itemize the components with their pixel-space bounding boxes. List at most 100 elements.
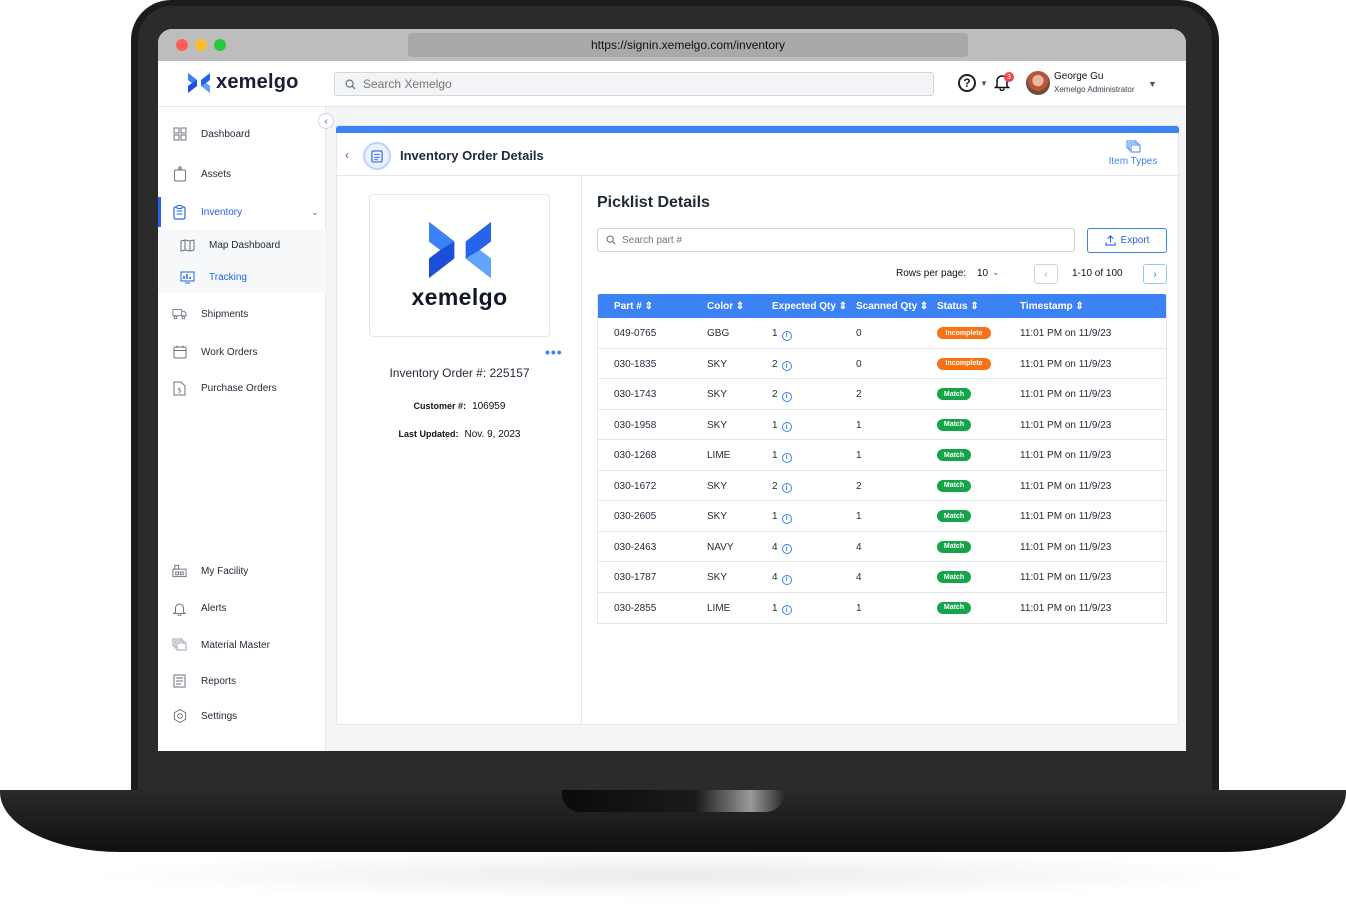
- table-row[interactable]: 030-1743 SKY 2 i 2 Match 11:01 PM on 11/9/23: [598, 379, 1166, 410]
- item-types-button[interactable]: Item Types: [1093, 140, 1173, 167]
- table-row[interactable]: 049-0765 GBG 1 i 0 Incomplete 11:01 PM on 11/9…: [598, 318, 1166, 349]
- sidebar-item-alerts[interactable]: Alerts: [158, 593, 326, 623]
- cell-expected-qty: 1i: [772, 603, 792, 615]
- column-header-part[interactable]: Part # ⇕: [614, 301, 653, 312]
- sidebar-item-inventory[interactable]: Inventory ⌄: [158, 197, 326, 227]
- avatar[interactable]: [1026, 71, 1050, 95]
- table-row[interactable]: 030-2605 SKY 1 i 1 Match 11:01 PM on 11/9/23: [598, 501, 1166, 532]
- info-icon[interactable]: i: [781, 422, 792, 432]
- facility-icon: [172, 564, 187, 579]
- sidebar-item-material-master[interactable]: Material Master: [158, 630, 326, 660]
- info-icon[interactable]: i: [781, 605, 792, 615]
- cell-part: 030-2605: [614, 511, 657, 522]
- cell-scanned-qty: 1: [856, 602, 862, 614]
- gear-icon: [172, 709, 187, 724]
- sidebar-item-shipments[interactable]: Shipments: [158, 299, 326, 329]
- status-badge: Incomplete: [937, 357, 991, 370]
- last-updated-row: Last Updated: Nov. 9, 2023: [337, 429, 582, 440]
- rows-per-page-select[interactable]: 10: [977, 268, 988, 279]
- cell-scanned-qty: 2: [856, 480, 862, 492]
- part-search[interactable]: [597, 228, 1075, 252]
- upload-icon: [1104, 235, 1116, 246]
- column-header-timestamp[interactable]: Timestamp ⇕: [1020, 301, 1084, 312]
- export-label: Export: [1120, 235, 1150, 246]
- sidebar-item-map-dashboard[interactable]: Map Dashboard: [158, 229, 326, 261]
- cell-part: 030-1787: [614, 572, 657, 583]
- cell-timestamp: 11:01 PM on 11/9/23: [1020, 511, 1112, 522]
- info-icon[interactable]: i: [781, 391, 792, 402]
- sidebar-item-assets[interactable]: Assets: [158, 159, 326, 189]
- cell-scanned-qty: 2: [856, 389, 862, 400]
- last-updated-label: Last Updated:: [398, 429, 459, 439]
- info-icon[interactable]: i: [781, 452, 792, 463]
- column-header-status[interactable]: Status ⇕: [937, 301, 979, 312]
- cell-color: SKY: [707, 511, 728, 522]
- sidebar: Dashboard Assets Inventory ⌄ Map Dashboa…: [158, 107, 326, 751]
- sidebar-item-work-orders[interactable]: Work Orders: [158, 337, 326, 367]
- cell-timestamp: 11:01 PM on 11/9/23: [1020, 541, 1112, 553]
- sidebar-item-my-facility[interactable]: My Facility: [158, 556, 326, 586]
- search-icon: [606, 235, 616, 245]
- info-icon[interactable]: i: [781, 330, 792, 341]
- cell-expected-qty: 2i: [772, 481, 792, 493]
- info-icon[interactable]: i: [781, 544, 792, 554]
- info-icon[interactable]: i: [781, 361, 792, 371]
- global-search-input[interactable]: [363, 77, 923, 91]
- xemelgo-logo-icon: [188, 72, 210, 93]
- customer-row: Customer #: 106959: [337, 401, 582, 412]
- part-search-input[interactable]: [622, 234, 1062, 246]
- collapse-sidebar-button[interactable]: ‹: [318, 113, 334, 129]
- close-window-button[interactable]: [176, 39, 188, 51]
- cell-scanned-qty: 1: [856, 450, 862, 461]
- cell-timestamp: 11:01 PM on 11/9/23: [1020, 419, 1112, 431]
- cell-timestamp: 11:01 PM on 11/9/23: [1020, 328, 1112, 339]
- table-row[interactable]: 030-1835 SKY 2 i 0 Incomplete 11:01 PM on 11/9…: [598, 348, 1166, 379]
- clipboard-icon: [363, 142, 391, 170]
- table-row[interactable]: 030-2463 NAVY 4 i 4 Match 11:01 PM on 11/9/23: [598, 531, 1166, 562]
- info-icon[interactable]: i: [781, 483, 792, 493]
- info-icon[interactable]: i: [781, 513, 792, 524]
- table-row[interactable]: 030-1958 SKY 1 i 1 Match 11:01 PM on 11/9/23: [598, 409, 1166, 440]
- cell-scanned-qty: 0: [856, 328, 862, 339]
- info-icon[interactable]: i: [781, 574, 792, 585]
- minimize-window-button[interactable]: [195, 39, 207, 51]
- table-row[interactable]: 030-2855 LIME 1 i 1 Match 11:01 PM on 11/9/23: [598, 592, 1166, 623]
- status-badge: Incomplete: [937, 327, 991, 339]
- sidebar-item-purchase-orders[interactable]: $ Purchase Orders: [158, 373, 326, 403]
- prev-page-button[interactable]: ‹: [1034, 264, 1058, 284]
- chevron-down-icon[interactable]: ⌄: [992, 267, 1000, 278]
- maximize-window-button[interactable]: [214, 39, 226, 51]
- chevron-down-icon[interactable]: ⌄: [311, 207, 319, 218]
- sidebar-item-tracking[interactable]: Tracking: [158, 261, 326, 293]
- user-menu-chevron-icon[interactable]: ▼: [1148, 79, 1157, 89]
- order-number: Inventory Order #: 225157: [389, 366, 530, 380]
- sidebar-item-dashboard[interactable]: Dashboard: [158, 119, 326, 149]
- chevron-down-icon[interactable]: ▼: [980, 79, 988, 88]
- sidebar-item-settings[interactable]: Settings: [158, 701, 326, 731]
- global-search[interactable]: [334, 72, 934, 96]
- export-button[interactable]: Export: [1087, 228, 1167, 253]
- cell-color: SKY: [707, 419, 728, 431]
- item-types-icon: [1093, 140, 1173, 156]
- brand-logo[interactable]: xemelgo: [188, 71, 299, 94]
- column-header-expected-qty[interactable]: Expected Qty ⇕: [772, 301, 847, 312]
- table-row[interactable]: 030-1268 LIME 1 i 1 Match 11:01 PM on 11/9/23: [598, 440, 1166, 471]
- cell-expected-qty: 1i: [772, 328, 792, 341]
- cell-part: 030-2855: [614, 602, 657, 614]
- column-header-color[interactable]: Color ⇕: [707, 301, 744, 312]
- help-icon[interactable]: ?: [958, 74, 976, 92]
- table-row[interactable]: 030-1787 SKY 4 i 4 Match 11:01 PM on 11/9/23: [598, 562, 1166, 593]
- user-name: George Gu: [1054, 71, 1104, 82]
- table-row[interactable]: 030-1672 SKY 2 i 2 Match 11:01 PM on 11/9/23: [598, 470, 1166, 501]
- next-page-button[interactable]: ›: [1143, 264, 1167, 284]
- address-bar[interactable]: https://signin.xemelgo.com/inventory: [408, 33, 968, 57]
- sidebar-item-reports[interactable]: Reports: [158, 666, 326, 696]
- cell-scanned-qty: 4: [856, 572, 862, 583]
- bell-icon: [172, 601, 187, 616]
- order-summary-panel: xemelgo ••• Inventory Order #: 225157 Cu…: [337, 176, 582, 725]
- more-options-icon[interactable]: •••: [545, 344, 563, 360]
- truck-icon: [172, 307, 187, 322]
- cell-scanned-qty: 1: [856, 511, 862, 522]
- back-arrow-icon[interactable]: ‹: [345, 148, 349, 162]
- column-header-scanned-qty[interactable]: Scanned Qty ⇕: [856, 301, 928, 312]
